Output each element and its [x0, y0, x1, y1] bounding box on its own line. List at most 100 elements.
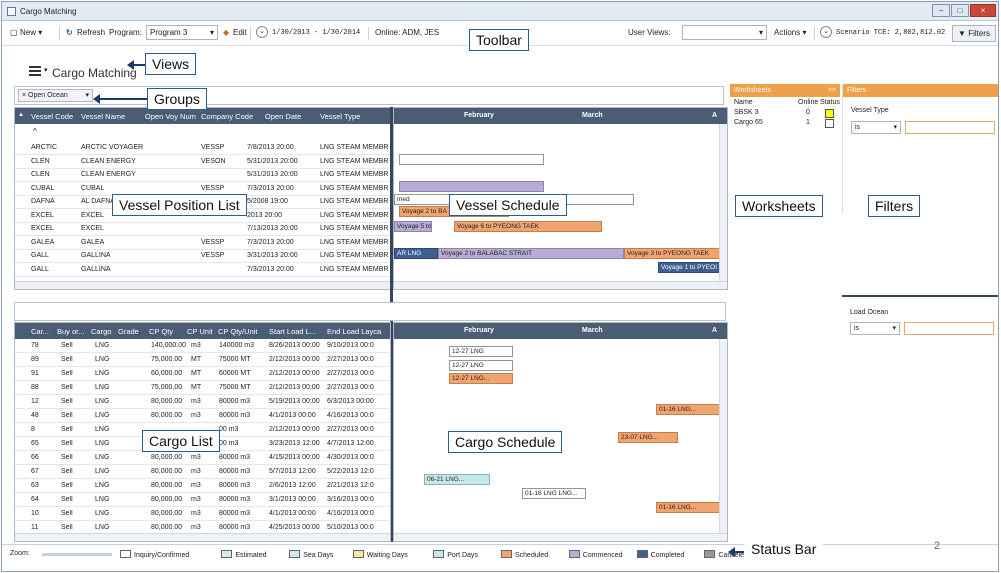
user-views-select[interactable]: ▾ [682, 25, 767, 40]
cargo-groups-bar[interactable] [14, 302, 726, 321]
date-range-dropdown-icon[interactable]: ⌄ [256, 26, 268, 38]
table-row[interactable]: 91 Sell LNG 60,000.00 MT 60000 MT 2/12/2013 00… [15, 368, 390, 381]
scenario-dropdown-icon[interactable]: ⌄ [820, 26, 832, 38]
edit-button[interactable]: Edit [233, 28, 247, 37]
schedule-bar[interactable]: 12-27 LNG [449, 360, 513, 371]
col-company-code[interactable]: Company Code [201, 112, 253, 121]
col-end-load[interactable]: End Load Layca [327, 327, 390, 336]
schedule-bar[interactable]: 01-16 LNG LNG... [522, 488, 586, 499]
view-title: Cargo Matching [52, 66, 137, 80]
vessel-list-hscroll[interactable] [15, 281, 390, 289]
table-row[interactable]: CLEN CLEAN ENERGY VESON 5/31/2013 20:00 LNG … [15, 156, 390, 169]
table-row[interactable]: 12 Sell LNG 80,000.00 m3 80000 m3 5/19/2013 00… [15, 396, 390, 409]
col-open-date[interactable]: Open Date [265, 112, 317, 121]
col-open-voy-num[interactable]: Open Voy Num [145, 112, 199, 121]
chevron-down-icon[interactable]: ▾ [85, 90, 89, 101]
schedule-bar[interactable]: Voyage 3 to PYEONG TAEK [624, 248, 724, 259]
load-ocean-operator[interactable]: is ▾ [850, 322, 900, 335]
schedule-bar[interactable]: 12-27 LNG... [449, 373, 513, 384]
schedule-bar[interactable]: 06-21 LNG... [424, 474, 490, 485]
table-row[interactable]: 89 Sell LNG 75,000.00 MT 75000 MT 2/12/2013 00… [15, 354, 390, 367]
cargo-list-hscroll[interactable] [15, 533, 390, 541]
schedule-bar[interactable]: 01-16 LNG... [656, 404, 720, 415]
table-row[interactable]: CLEN CLEAN ENERGY 5/31/2013 20:00 LNG STEAM… [15, 169, 390, 182]
table-row[interactable]: 48 Sell LNG 80,000.00 m3 80000 m3 4/1/2013 00:… [15, 410, 390, 423]
table-row[interactable]: EXCEL EXCEL 7/13/2013 20:00 LNG STEAM MEMBR… [15, 223, 390, 236]
col-cargo[interactable]: Cargo [91, 327, 115, 336]
refresh-icon[interactable]: ↻ [66, 28, 73, 37]
col-cp-qty[interactable]: CP Qty [149, 327, 181, 336]
minimize-icon[interactable]: – [932, 4, 950, 17]
schedule-bar[interactable]: Voyage 5 to... [394, 221, 432, 232]
expand-caret-icon[interactable]: ^ [33, 127, 37, 136]
zoom-slider[interactable] [42, 553, 112, 556]
vessel-schedule-hscroll[interactable] [394, 281, 727, 289]
load-ocean-input[interactable] [904, 322, 994, 335]
edit-icon[interactable]: ◆ [223, 28, 229, 37]
table-cell: LNG [95, 454, 110, 461]
col-vessel-code[interactable]: Vessel Code [31, 112, 75, 121]
worksheets-title: Worksheets [734, 87, 771, 94]
worksheet-name[interactable]: SBSK 3 [734, 109, 759, 116]
schedule-bar[interactable]: Voyage 1 to PYEOI [658, 262, 727, 273]
vessel-schedule-vscroll[interactable] [719, 124, 727, 281]
refresh-button[interactable]: Refresh [77, 28, 105, 37]
col-cp-qty-unit[interactable]: CP Qty/Unit [218, 327, 264, 336]
col-cargo-id[interactable]: Car... [31, 327, 53, 336]
table-row[interactable]: 66 Sell LNG 80,000.00 m3 80000 m3 4/15/2013 00… [15, 452, 390, 465]
table-row[interactable]: 64 Sell LNG 80,000.00 m3 80000 m3 3/1/2013 00:… [15, 494, 390, 507]
col-vessel-type[interactable]: Vessel Type [320, 112, 382, 121]
vessel-type-operator[interactable]: is ▾ [851, 121, 901, 134]
table-row[interactable]: GALL GALLINA VESSP 3/31/2013 20:00 LNG STEAM… [15, 250, 390, 263]
table-row[interactable]: 78 Sell LNG 140,000.00 m3 140000 m3 8/26/2013 … [15, 340, 390, 353]
table-row[interactable]: 67 Sell LNG 80,000.00 m3 80000 m3 5/7/2013 12:… [15, 466, 390, 479]
col-cp-unit[interactable]: CP Unit [187, 327, 215, 336]
col-grade[interactable]: Grade [118, 327, 142, 336]
table-cell: VESSP [201, 238, 225, 246]
worksheet-status[interactable] [825, 109, 834, 118]
vessel-type-input[interactable] [905, 121, 995, 134]
schedule-bar[interactable]: AR LNG [394, 248, 438, 259]
table-row[interactable]: 88 Sell LNG 75,000.00 MT 75000 MT 2/12/2013 00… [15, 382, 390, 395]
collapse-icon[interactable]: ▲ [18, 112, 24, 118]
schedule-bar[interactable] [399, 181, 544, 192]
table-row[interactable]: 10 Sell LNG 80,000.00 m3 80000 m3 4/1/2013 00:… [15, 508, 390, 521]
remove-group-icon[interactable]: × [22, 92, 26, 99]
table-row[interactable]: 63 Sell LNG 80,000.00 m3 80000 m3 2/6/2013 12:… [15, 480, 390, 493]
collapse-panel-icon[interactable]: >> [828, 84, 836, 97]
col-buy-or-sell[interactable]: Buy or... [57, 327, 87, 336]
arrow-icon [93, 94, 147, 104]
program-select[interactable]: Program 3 ▾ [146, 25, 218, 40]
table-cell: 3/16/2013 00:0 [327, 496, 374, 503]
group-chip[interactable]: × Open Ocean ▾ [18, 89, 93, 102]
col-start-load[interactable]: Start Load L... [269, 327, 323, 336]
table-row[interactable]: GALEA GALEA VESSP 7/3/2013 20:00 LNG STEAM M… [15, 237, 390, 250]
groups-bar[interactable]: × Open Ocean ▾ [14, 86, 724, 105]
schedule-bar[interactable]: Voyage 2 to BALABAC STRAIT [438, 248, 624, 259]
legend-swatch [289, 550, 301, 558]
date-range[interactable]: 1/30/2013 - 1/30/2014 [272, 29, 360, 37]
actions-label: Actions [774, 28, 801, 37]
schedule-bar[interactable]: 12-27 LNG [449, 346, 513, 357]
maximize-icon[interactable]: □ [951, 4, 969, 17]
schedule-bar[interactable]: 23-07 LNG... [618, 432, 678, 443]
actions-button[interactable]: Actions ▾ [774, 28, 806, 37]
legend-swatch [704, 550, 716, 558]
schedule-bar[interactable]: 01-16 LNG... [656, 502, 720, 513]
chevron-down-icon[interactable]: ▾ [44, 66, 48, 74]
schedule-bar[interactable] [399, 154, 544, 165]
worksheet-status[interactable] [825, 119, 834, 128]
close-icon[interactable]: × [970, 4, 996, 17]
worksheet-name[interactable]: Cargo 65 [734, 119, 763, 126]
new-button[interactable]: New ▾ [20, 28, 42, 37]
table-row[interactable]: ARCTIC ARCTIC VOYAGER VESSP 7/8/2013 20:00 L… [15, 142, 390, 155]
new-icon[interactable]: ▢ [10, 28, 18, 37]
table-row[interactable]: GALL GALLINA 7/3/2013 20:00 LNG STEAM MEMBR… [15, 264, 390, 277]
cargo-schedule-vscroll[interactable] [719, 339, 727, 533]
col-vessel-name[interactable]: Vessel Name [81, 112, 141, 121]
views-menu-icon[interactable] [29, 66, 41, 76]
cargo-schedule-hscroll[interactable] [394, 533, 727, 541]
filters-button[interactable]: ▼ Filters [952, 25, 996, 42]
schedule-bar[interactable]: Voyage 6 to PYEONG TAEK [454, 221, 602, 232]
table-cell: 4/30/2013 00:0 [327, 454, 374, 461]
